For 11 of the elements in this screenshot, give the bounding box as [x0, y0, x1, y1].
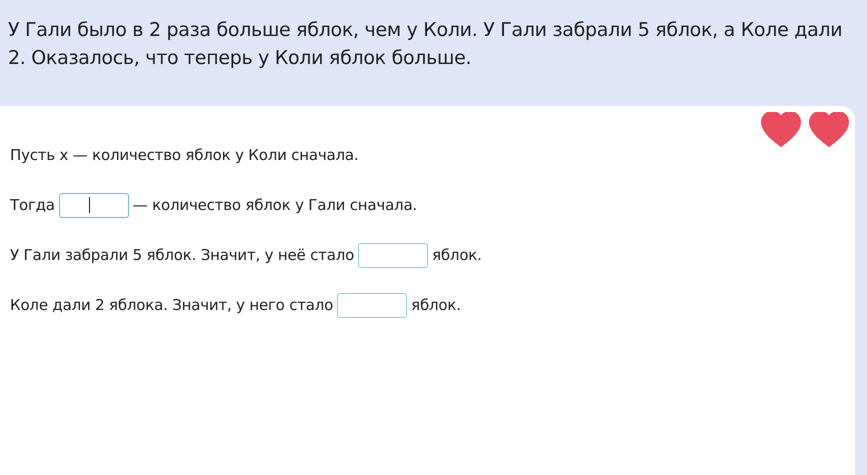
sentence-text: Пусть x — количество яблок у Коли сначала. [10, 146, 358, 164]
sentence-text: яблок. [411, 296, 461, 314]
sentence-text: Тогда [10, 196, 55, 214]
answer-field[interactable] [358, 242, 428, 268]
sentence-text: Коле дали 2 яблока. Значит, у него стало [10, 296, 334, 314]
answer-field[interactable] [337, 292, 408, 318]
sentence-text: — количество яблок у Гали сначала. [132, 196, 418, 214]
sentence-text: У Гали забрали 5 яблок. Значит, у неё стало [10, 246, 354, 264]
task-text: У Гали было в 2 раза больше яблок, чем у Коли. У Гали забрали 5 яблок, а Коле дали 2. Оказалось, что теперь у Коли яблок больше. [8, 18, 844, 71]
sentence-text: яблок. [432, 246, 482, 264]
answer-field[interactable] [58, 192, 129, 218]
